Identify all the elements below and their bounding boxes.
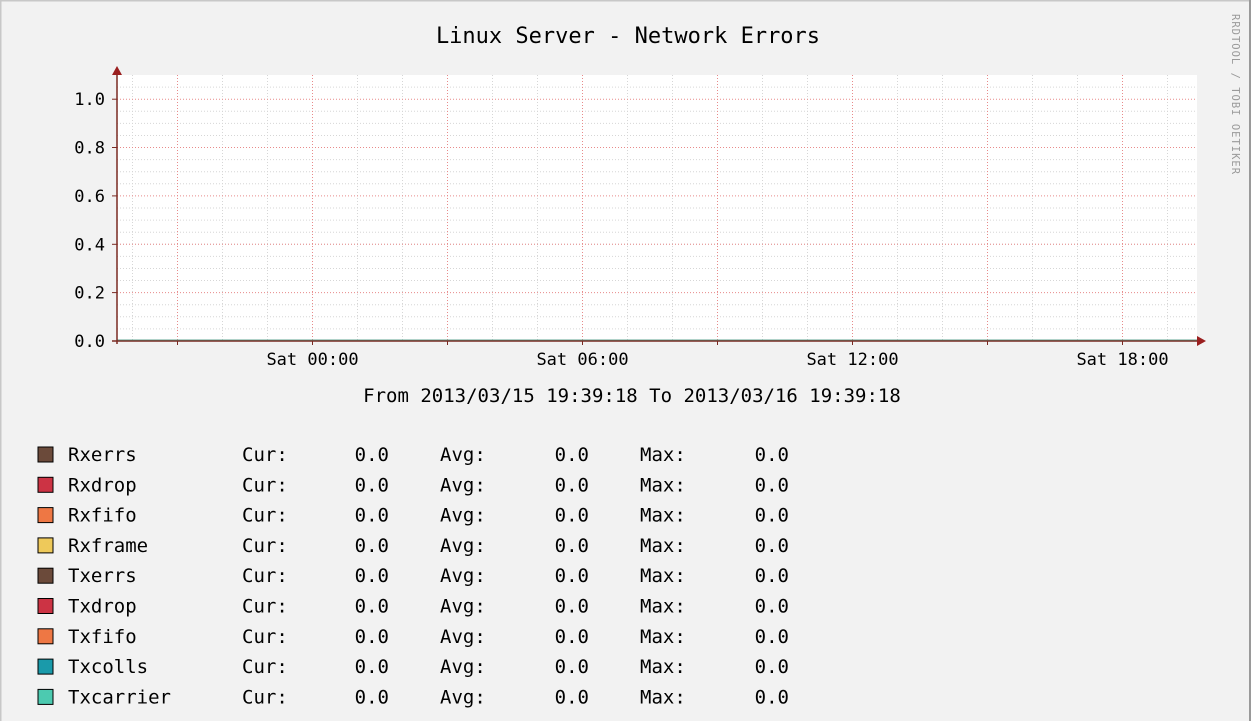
legend-cur-label: Cur: [242,535,288,557]
legend-swatch [37,476,54,493]
legend-series-name: Rxframe [68,535,148,557]
legend-avg-label: Avg: [440,596,486,618]
legend-series-name: Txcolls [68,656,148,678]
legend-max-label: Max: [640,535,686,557]
legend-max-value: 0.0 [755,626,789,648]
legend-swatch [37,567,54,584]
legend-series-name: Rxfifo [68,505,137,527]
x-tick-label: Sat 00:00 [266,350,358,370]
legend-series-name: Txdrop [68,596,137,618]
legend-swatch [37,598,54,614]
legend-avg-value: 0.0 [555,686,589,708]
legend-series-name: Txfifo [68,626,137,648]
legend-cur-label: Cur: [242,626,288,648]
legend-series-name: Txcarrier [68,686,171,708]
legend-avg-label: Avg: [440,474,486,496]
legend-cur-value: 0.0 [355,596,389,618]
legend-cur-value: 0.0 [355,444,389,466]
legend-avg-label: Avg: [440,565,486,587]
y-tick-label: 0.8 [74,139,105,159]
legend-avg-label: Avg: [440,656,486,678]
legend-max-value: 0.0 [755,565,789,587]
legend-cur-label: Cur: [242,686,288,708]
legend-cur-value: 0.0 [355,505,389,527]
legend-avg-value: 0.0 [555,535,589,557]
legend-series-name: Rxdrop [68,474,137,496]
legend-max-value: 0.0 [755,505,789,527]
legend-swatch [37,537,54,554]
legend-max-label: Max: [640,656,686,678]
legend-max-label: Max: [640,626,686,648]
y-tick-label: 0.6 [74,187,105,207]
legend-max-label: Max: [640,474,686,496]
y-tick-label: 1.0 [74,90,105,110]
legend-avg-label: Avg: [440,444,486,466]
legend-max-value: 0.0 [755,474,789,496]
legend-series-name: Txerrs [68,565,137,587]
legend-cur-value: 0.0 [355,686,389,708]
legend-cur-value: 0.0 [355,626,389,648]
legend-max-value: 0.0 [755,656,789,678]
legend-max-value: 0.0 [755,444,789,466]
legend-avg-value: 0.0 [555,474,589,496]
legend-max-value: 0.0 [755,596,789,618]
y-tick-label: 0.4 [74,235,105,255]
legend-avg-label: Avg: [440,686,486,708]
legend-cur-label: Cur: [242,444,288,466]
legend-cur-label: Cur: [242,505,288,527]
legend-swatch [37,628,54,645]
legend-max-value: 0.0 [755,535,789,557]
chart-subtitle: From 2013/03/15 19:39:18 To 2013/03/16 1… [363,385,901,407]
legend-cur-label: Cur: [242,565,288,587]
legend-max-value: 0.0 [755,686,789,708]
legend-swatch [37,507,54,524]
legend-max-label: Max: [640,565,686,587]
x-tick-label: Sat 18:00 [1076,350,1168,370]
y-tick-label: 0.2 [74,284,105,304]
legend-cur-value: 0.0 [355,656,389,678]
legend-max-label: Max: [640,505,686,527]
legend-swatch [37,688,54,705]
legend-avg-value: 0.0 [555,656,589,678]
x-tick-label: Sat 06:00 [536,350,628,370]
legend-cur-value: 0.0 [355,565,389,587]
legend-avg-label: Avg: [440,626,486,648]
legend-cur-value: 0.0 [355,535,389,557]
x-tick-label: Sat 12:00 [806,350,898,370]
legend-max-label: Max: [640,686,686,708]
legend-series-name: Rxerrs [68,444,137,466]
legend-cur-label: Cur: [242,474,288,496]
legend-avg-value: 0.0 [555,565,589,587]
legend-avg-label: Avg: [440,535,486,557]
legend-cur-label: Cur: [242,596,288,618]
watermark: RRDTOOL / TOBI OETIKER [1229,14,1241,175]
legend-avg-label: Avg: [440,505,486,527]
rrd-graph: Linux Server - Network Errors RRDTOOL / … [0,0,1251,721]
legend-avg-value: 0.0 [555,596,589,618]
legend-max-label: Max: [640,596,686,618]
legend-cur-value: 0.0 [355,474,389,496]
chart-title: Linux Server - Network Errors [436,24,820,49]
legend-avg-value: 0.0 [555,444,589,466]
legend-avg-value: 0.0 [555,505,589,527]
legend-avg-value: 0.0 [555,626,589,648]
y-tick-label: 0.0 [74,332,105,352]
legend-swatch [37,446,54,463]
legend-cur-label: Cur: [242,656,288,678]
legend-swatch [37,658,54,675]
legend-max-label: Max: [640,444,686,466]
